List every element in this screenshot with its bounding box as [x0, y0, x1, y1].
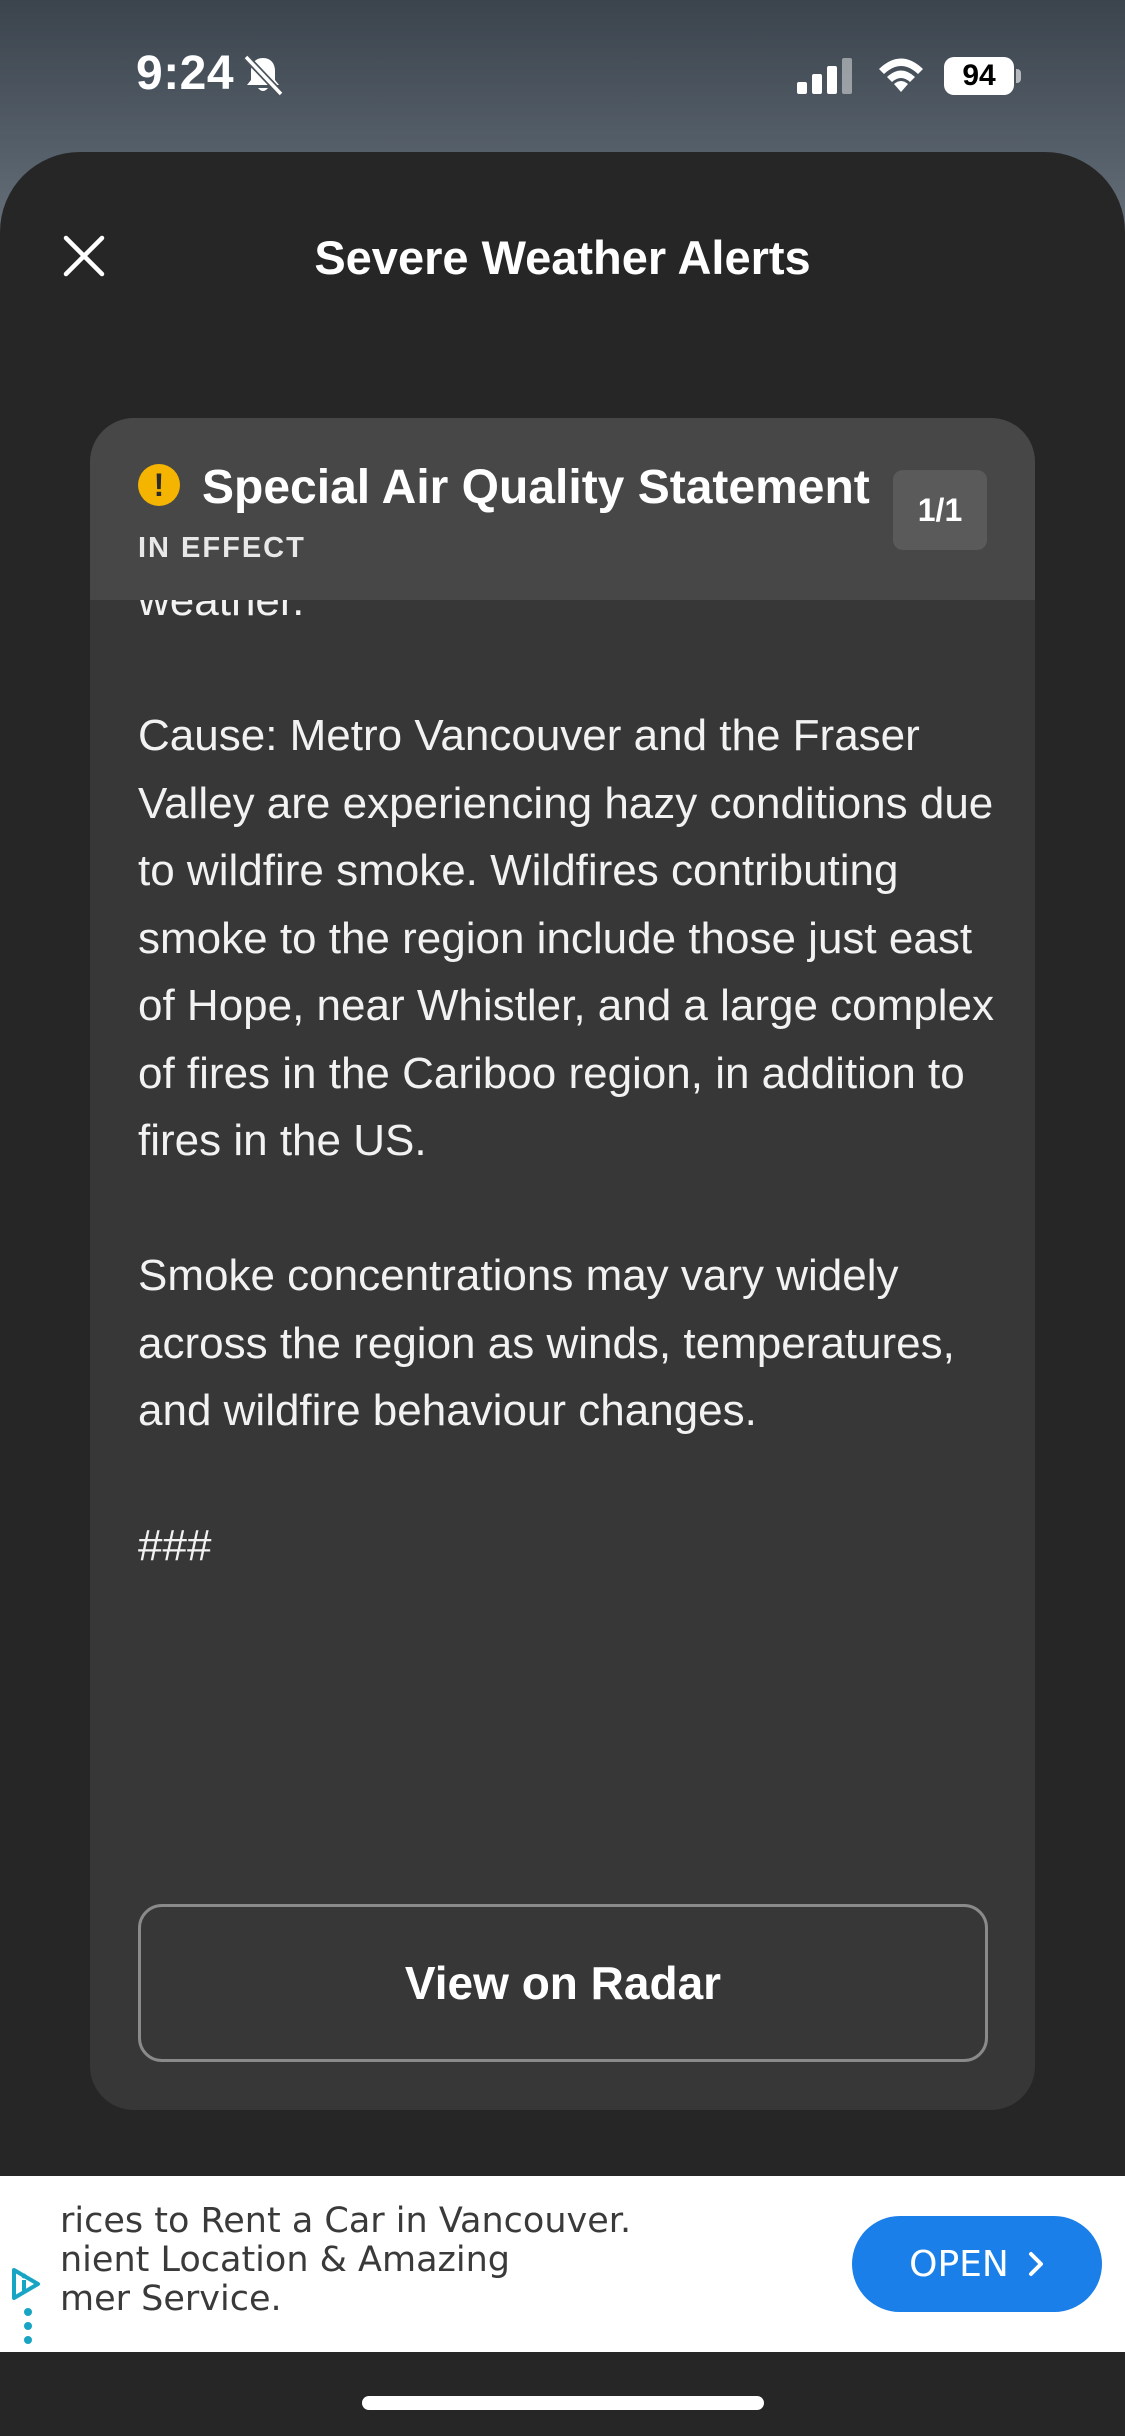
ad-text[interactable]: rices to Rent a Car in Vancouver. nient … [60, 2202, 800, 2319]
alert-paragraph: Smoke concentrations may vary widely acr… [138, 1251, 955, 1435]
chevron-right-icon [1028, 2252, 1043, 2276]
alert-paragraph: Cause: Metro Vancouver and the Fraser Va… [138, 711, 995, 1165]
bell-off-icon [243, 54, 284, 97]
ad-banner[interactable]: rices to Rent a Car in Vancouver. nient … [0, 2176, 1125, 2352]
battery-tip [1016, 69, 1021, 83]
home-indicator[interactable] [362, 2396, 764, 2410]
alert-status: IN EFFECT [138, 532, 306, 564]
alert-pager-badge: 1/1 [893, 470, 987, 550]
wifi-icon [879, 58, 923, 92]
cellular-signal-icon [797, 58, 852, 94]
ad-choices-icon[interactable] [4, 2262, 44, 2348]
ad-text-line: rices to Rent a Car in Vancouver. [60, 2202, 632, 2241]
status-bar: 9:24 94 [0, 0, 1125, 150]
ad-open-label: OPEN [909, 2243, 1009, 2285]
alert-card: ! Special Air Quality Statement IN EFFEC… [90, 418, 1035, 2110]
ad-text-line: nient Location & Amazing [60, 2240, 511, 2280]
view-on-radar-button[interactable]: View on Radar [138, 1904, 988, 2062]
battery-level: 94 [944, 57, 1014, 95]
warning-icon: ! [138, 464, 180, 506]
alert-title: Special Air Quality Statement [202, 461, 870, 514]
alert-card-header: ! Special Air Quality Statement IN EFFEC… [90, 418, 1035, 600]
alert-paragraph: weather. [138, 600, 305, 625]
alert-description[interactable]: weather. Cause: Metro Vancouver and the … [138, 600, 1008, 1770]
ad-open-button[interactable]: OPEN [852, 2216, 1102, 2312]
alert-paragraph: ### [138, 1521, 212, 1570]
battery-indicator: 94 [944, 57, 1021, 95]
page-title: Severe Weather Alerts [314, 231, 811, 284]
status-time: 9:24 [136, 47, 235, 100]
ad-text-line: mer Service. [60, 2279, 282, 2319]
